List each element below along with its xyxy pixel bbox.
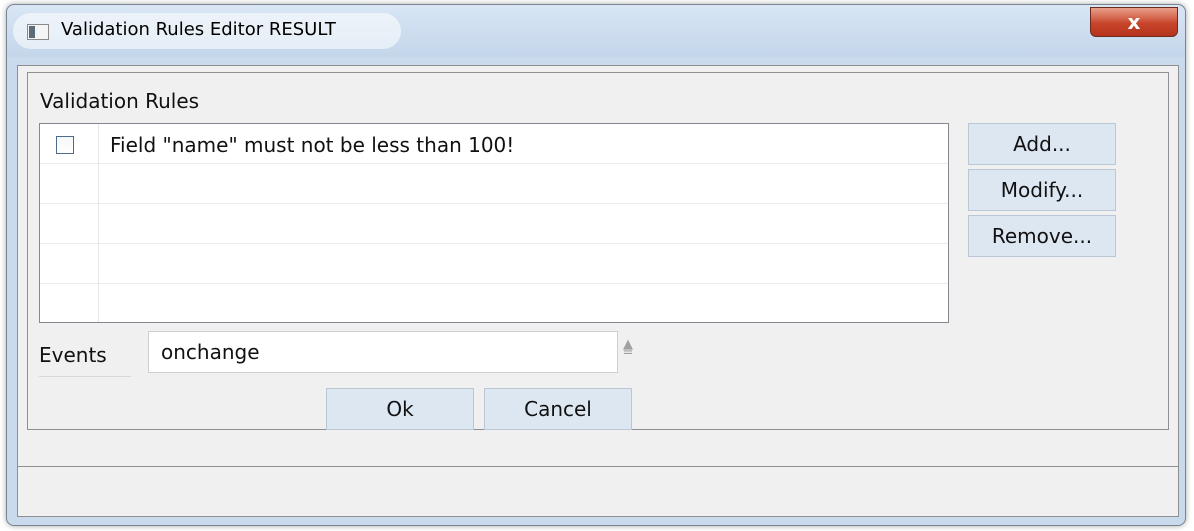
remove-rule-button[interactable]: Remove... bbox=[968, 215, 1116, 257]
validation-rules-label: Validation Rules bbox=[40, 89, 200, 113]
events-input[interactable] bbox=[148, 331, 618, 373]
rule-row[interactable] bbox=[40, 164, 948, 204]
modify-rule-button[interactable]: Modify... bbox=[968, 169, 1116, 211]
status-bar-separator bbox=[18, 466, 1178, 467]
add-rule-button[interactable]: Add... bbox=[968, 123, 1116, 165]
column-separator bbox=[98, 284, 99, 322]
close-icon: x bbox=[1127, 10, 1141, 34]
rules-list[interactable]: Field "name" must not be less than 100! bbox=[39, 123, 949, 323]
column-separator bbox=[98, 124, 99, 163]
rule-row[interactable]: Field "name" must not be less than 100! bbox=[40, 124, 948, 164]
ok-button[interactable]: Ok bbox=[326, 388, 474, 430]
cancel-button[interactable]: Cancel bbox=[484, 388, 632, 430]
rule-row[interactable] bbox=[40, 204, 948, 244]
window-title: Validation Rules Editor RESULT bbox=[61, 19, 336, 40]
rule-text: Field "name" must not be less than 100! bbox=[110, 133, 515, 157]
validation-rules-group: Validation Rules Field "name" must not b… bbox=[27, 72, 1169, 430]
events-dropdown-icon[interactable]: ▲ ≡ bbox=[622, 338, 634, 363]
events-label: Events bbox=[39, 335, 131, 377]
rule-row[interactable] bbox=[40, 284, 948, 322]
dialog-client-area: Validation Rules Field "name" must not b… bbox=[17, 65, 1179, 517]
close-button[interactable]: x bbox=[1090, 7, 1178, 37]
window-app-icon bbox=[27, 24, 49, 40]
column-separator bbox=[98, 204, 99, 243]
validation-rules-editor-window: Validation Rules Editor RESULT x Validat… bbox=[6, 4, 1186, 526]
rule-row[interactable] bbox=[40, 244, 948, 284]
column-separator bbox=[98, 164, 99, 203]
column-separator bbox=[98, 244, 99, 283]
rule-checkbox[interactable] bbox=[56, 136, 74, 154]
title-bar[interactable]: Validation Rules Editor RESULT x bbox=[7, 5, 1185, 57]
